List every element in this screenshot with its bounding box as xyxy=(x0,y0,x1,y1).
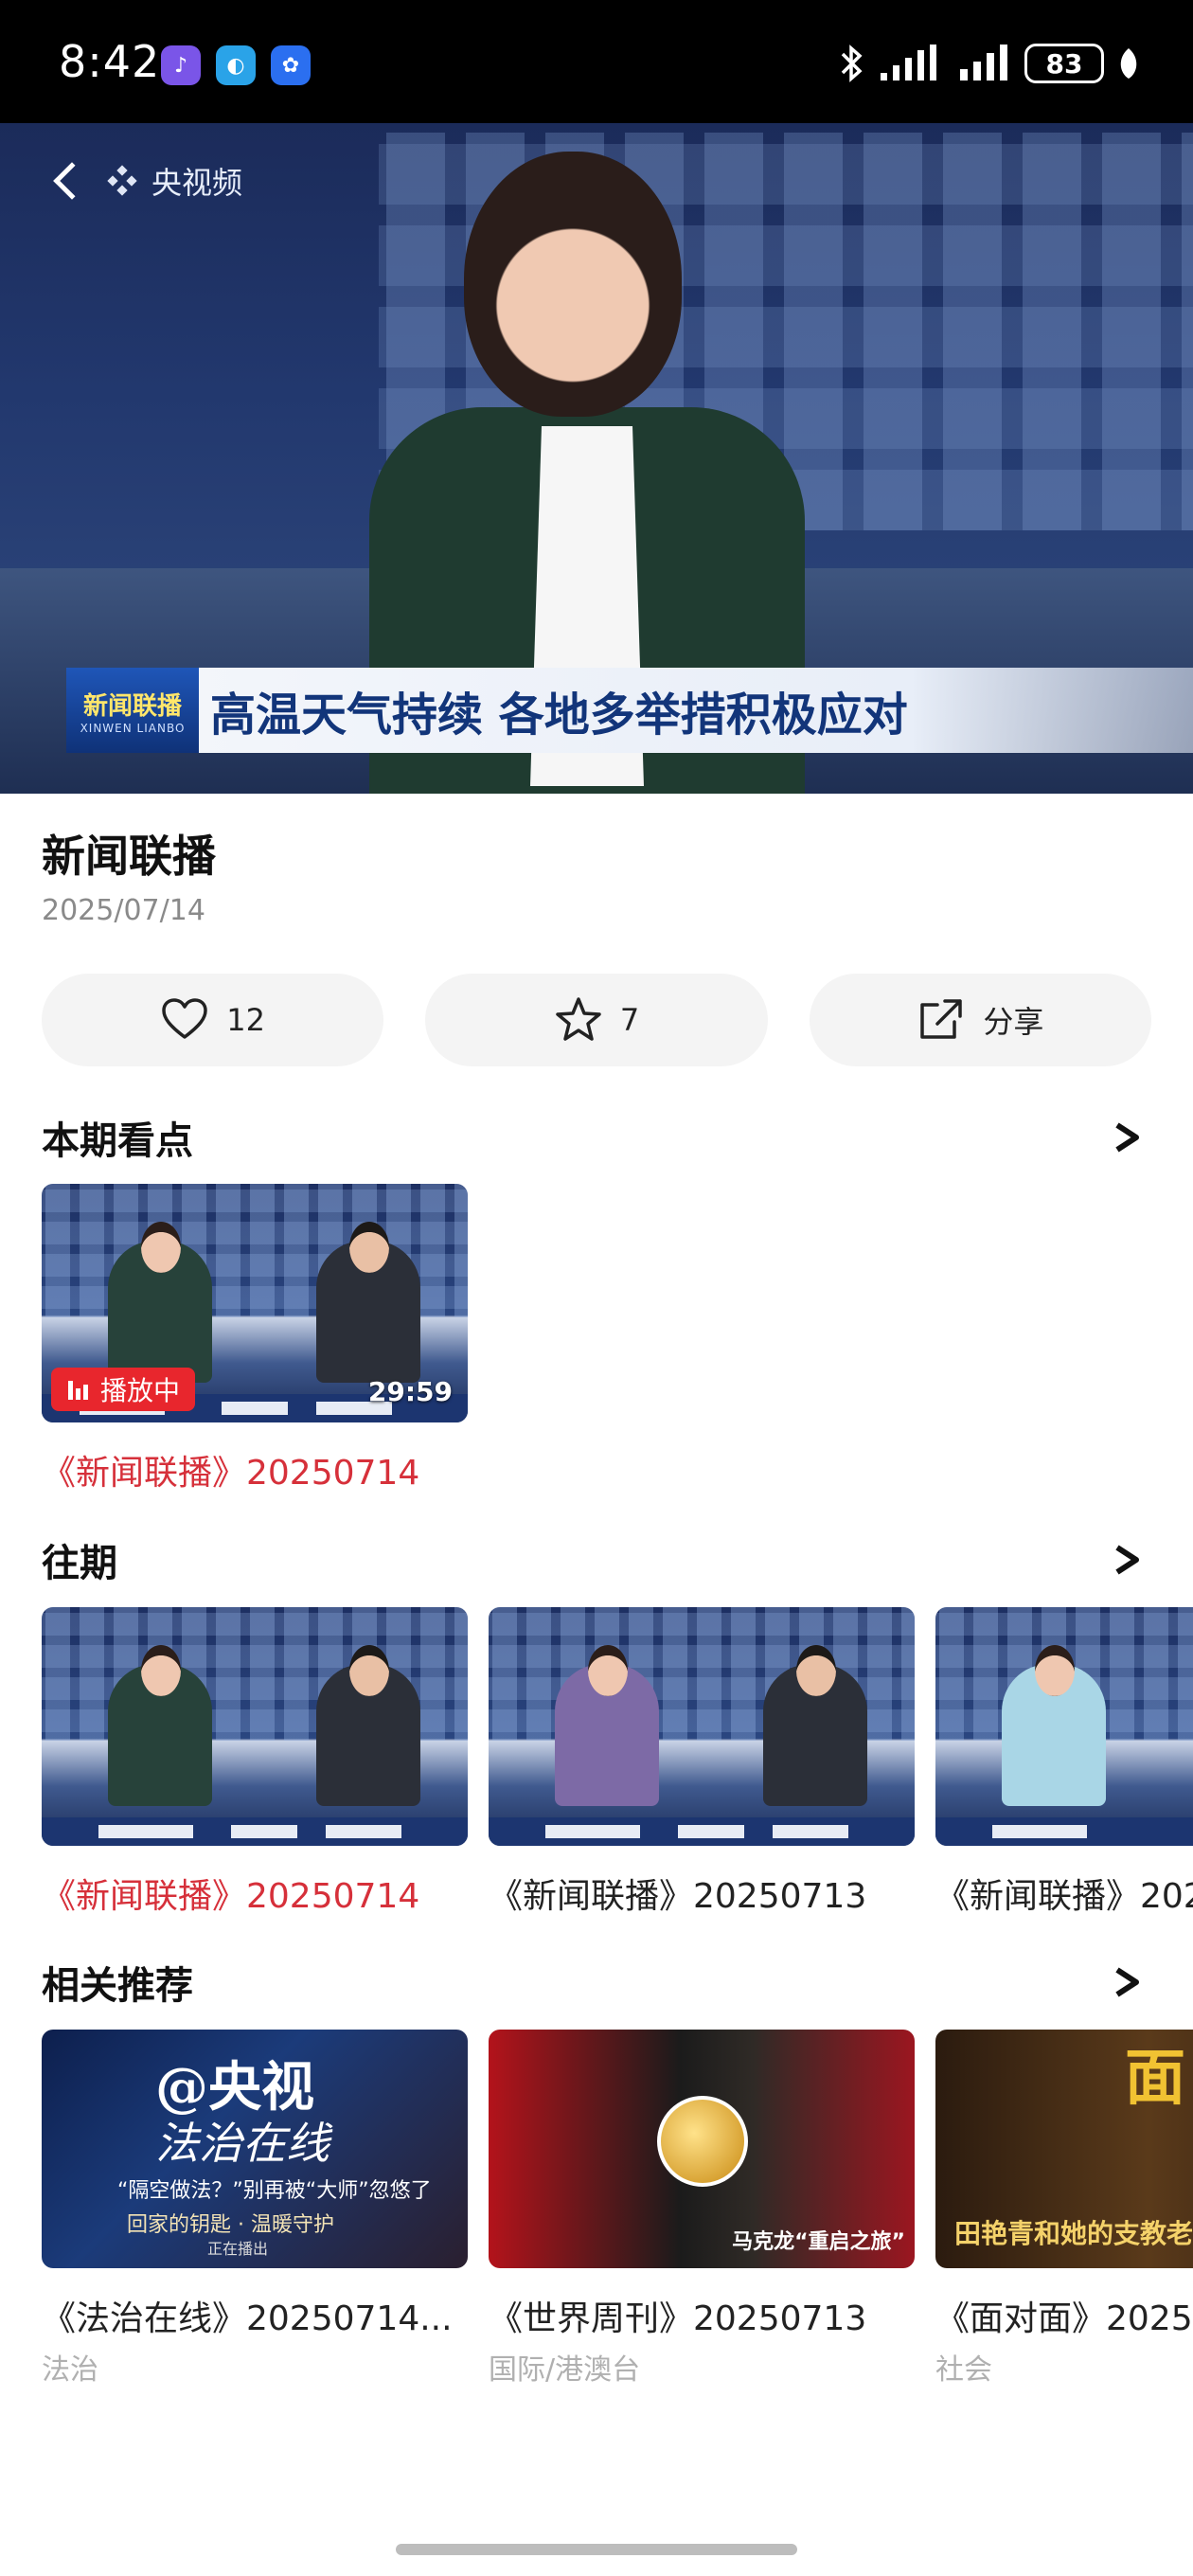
video-thumbnail: @央视 法治在线 “隔空做法？”别再被“大师”忽悠了 回家的钥匙 · 温暖守护 … xyxy=(42,2030,468,2268)
section-title-recommend: 相关推荐 xyxy=(42,1964,193,2008)
more-arrow-icon[interactable] xyxy=(1113,1121,1140,1154)
recommend-card[interactable]: 面 田艳青和她的支教老师 《面对面》20250713 社会 xyxy=(935,2030,1193,2388)
video-thumbnail xyxy=(935,1607,1193,1846)
video-thumbnail: 面 田艳青和她的支教老师 xyxy=(935,2030,1193,2268)
card-category: 法治 xyxy=(42,2353,98,2387)
back-button[interactable]: 央视频 xyxy=(53,159,243,203)
star-icon xyxy=(556,997,601,1041)
like-button[interactable]: 12 xyxy=(42,974,384,1066)
action-bar: 12 7 分享 xyxy=(42,974,1151,1066)
section-title-past: 往期 xyxy=(42,1542,117,1585)
equalizer-icon xyxy=(68,1381,88,1400)
ticker-headline: 高温天气持续 各地多举措积极应对 xyxy=(210,689,908,742)
recommend-card[interactable]: 马克龙“重启之旅” 《世界周刊》20250713 国际/港澳台 xyxy=(489,2030,915,2388)
card-category: 国际/港澳台 xyxy=(489,2353,641,2387)
signal-icon-2 xyxy=(960,45,1007,80)
share-icon xyxy=(920,999,963,1039)
video-thumbnail: 马克龙“重启之旅” xyxy=(489,2030,915,2268)
channel-logo-text: 央视频 xyxy=(151,165,243,201)
favorite-button[interactable]: 7 xyxy=(425,974,768,1066)
more-arrow-icon[interactable] xyxy=(1113,1544,1140,1576)
leaf-icon xyxy=(1120,48,1137,79)
video-thumbnail xyxy=(42,1607,468,1846)
browser-app-icon: ◐ xyxy=(216,45,256,85)
like-count: 12 xyxy=(226,1002,266,1038)
card-title: 《新闻联播》20250714 xyxy=(42,1877,420,1916)
home-indicator[interactable] xyxy=(396,2544,797,2555)
status-app-icons: ♪ ◐ ✿ xyxy=(161,45,311,85)
video-thumbnail xyxy=(489,1607,915,1846)
video-player[interactable]: 央视频 新闻联播 XINWEN LIANBO 高温天气持续 各地多举措积极应对 xyxy=(0,123,1193,794)
past-episode-card[interactable]: 《新闻联播》20250713 xyxy=(489,1607,915,1918)
status-time: 8:42 xyxy=(59,36,161,87)
globe-icon xyxy=(657,2096,748,2187)
card-title: 《法治在线》20250714... xyxy=(42,2299,453,2338)
card-title: 《新闻联播》20250712 xyxy=(935,1877,1193,1916)
section-title-highlights: 本期看点 xyxy=(42,1119,193,1163)
past-episode-card[interactable]: 《新闻联播》20250712 xyxy=(935,1607,1193,1918)
back-arrow-icon xyxy=(53,162,91,200)
share-button[interactable]: 分享 xyxy=(809,974,1151,1066)
card-title: 《新闻联播》20250713 xyxy=(489,1877,867,1916)
signal-icon xyxy=(881,45,936,80)
card-title: 《世界周刊》20250713 xyxy=(489,2299,867,2338)
card-title: 《面对面》20250713 xyxy=(935,2299,1193,2338)
share-label: 分享 xyxy=(983,1004,1044,1040)
bluetooth-icon xyxy=(841,45,863,82)
card-category: 社会 xyxy=(935,2353,992,2387)
program-date: 2025/07/14 xyxy=(42,894,205,927)
heart-icon xyxy=(162,998,208,1039)
recommend-card[interactable]: @央视 法治在线 “隔空做法？”别再被“大师”忽悠了 回家的钥匙 · 温暖守护 … xyxy=(42,2030,468,2388)
news-ticker: 新闻联播 XINWEN LIANBO 高温天气持续 各地多举措积极应对 xyxy=(66,668,1193,753)
ticker-badge: 新闻联播 XINWEN LIANBO xyxy=(66,668,199,753)
video-duration: 29:59 xyxy=(367,1376,453,1407)
battery-indicator: 83 xyxy=(1024,44,1104,83)
favorite-count: 7 xyxy=(619,1002,640,1038)
now-playing-badge: 播放中 xyxy=(51,1368,196,1411)
video-thumbnail: 播放中 29:59 xyxy=(42,1184,468,1422)
highlight-card[interactable]: 播放中 29:59 《新闻联播》20250714 xyxy=(42,1184,468,1494)
cctv-logo-icon xyxy=(107,165,137,196)
program-title: 新闻联播 xyxy=(42,831,216,882)
status-bar: 8:42 ♪ ◐ ✿ 83 xyxy=(0,0,1193,123)
card-title: 《新闻联播》20250714 xyxy=(42,1454,420,1493)
baidu-app-icon: ✿ xyxy=(271,45,311,85)
past-episode-card[interactable]: 《新闻联播》20250714 xyxy=(42,1607,468,1918)
more-arrow-icon[interactable] xyxy=(1113,1966,1140,1998)
status-indicators: 83 xyxy=(839,44,1140,83)
music-app-icon: ♪ xyxy=(161,45,201,85)
